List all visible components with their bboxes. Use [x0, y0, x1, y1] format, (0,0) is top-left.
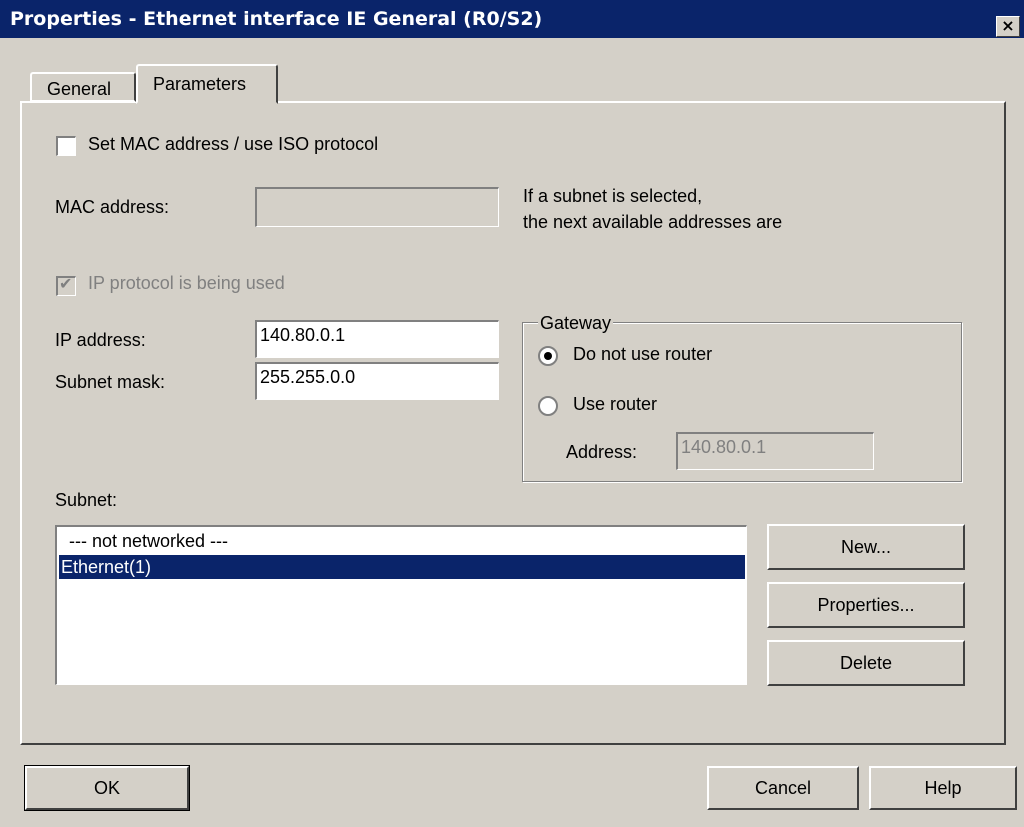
list-item-label: Ethernet(1): [61, 557, 152, 577]
close-icon: ×: [1001, 16, 1015, 35]
gateway-title: Gateway: [538, 313, 614, 334]
list-item-ethernet-1[interactable]: Ethernet(1): [59, 555, 745, 579]
window-title: Properties - Ethernet interface IE Gener…: [10, 8, 543, 30]
checkmark-icon: ✔: [59, 276, 73, 293]
title-bar: Properties - Ethernet interface IE Gener…: [0, 0, 1024, 38]
subnet-properties-button[interactable]: Properties...: [767, 582, 965, 628]
mac-address-field[interactable]: [255, 187, 499, 227]
mac-hint-line1: If a subnet is selected,: [523, 186, 703, 206]
cancel-button[interactable]: Cancel: [707, 766, 859, 810]
list-item-label: --- not networked ---: [69, 531, 229, 551]
router-address-label: Address:: [566, 442, 638, 462]
subnet-mask-input[interactable]: 255.255.0.0: [255, 362, 499, 400]
set-mac-checkbox[interactable]: [56, 136, 76, 156]
use-router-label: Use router: [573, 394, 658, 414]
tab-general[interactable]: General: [30, 72, 136, 102]
router-address-field[interactable]: 140.80.0.1: [676, 432, 874, 470]
mac-address-label: MAC address:: [55, 197, 170, 217]
ip-protocol-label: IP protocol is being used: [88, 273, 285, 293]
do-not-use-router-label: Do not use router: [573, 344, 713, 364]
set-mac-label: Set MAC address / use ISO protocol: [88, 134, 379, 154]
subnet-mask-label: Subnet mask:: [55, 372, 166, 392]
subnet-list[interactable]: --- not networked --- Ethernet(1): [55, 525, 747, 685]
help-button[interactable]: Help: [869, 766, 1017, 810]
delete-subnet-button[interactable]: Delete: [767, 640, 965, 686]
ip-address-label: IP address:: [55, 330, 146, 350]
ip-protocol-checkbox[interactable]: ✔: [56, 276, 76, 296]
use-router-radio[interactable]: [538, 396, 558, 416]
ip-address-input[interactable]: 140.80.0.1: [255, 320, 499, 358]
tab-parameters[interactable]: Parameters: [136, 64, 278, 104]
ok-button[interactable]: OK: [24, 765, 190, 811]
list-item-not-networked[interactable]: --- not networked ---: [59, 529, 745, 553]
radio-dot-icon: [544, 352, 552, 360]
do-not-use-router-radio[interactable]: [538, 346, 558, 366]
subnet-label: Subnet:: [55, 490, 118, 510]
tab-parameters-label: Parameters: [153, 74, 247, 94]
close-button[interactable]: ×: [996, 16, 1020, 37]
tab-general-label: General: [47, 79, 112, 99]
mac-hint-line2: the next available addresses are: [523, 212, 783, 232]
new-subnet-button[interactable]: New...: [767, 524, 965, 570]
